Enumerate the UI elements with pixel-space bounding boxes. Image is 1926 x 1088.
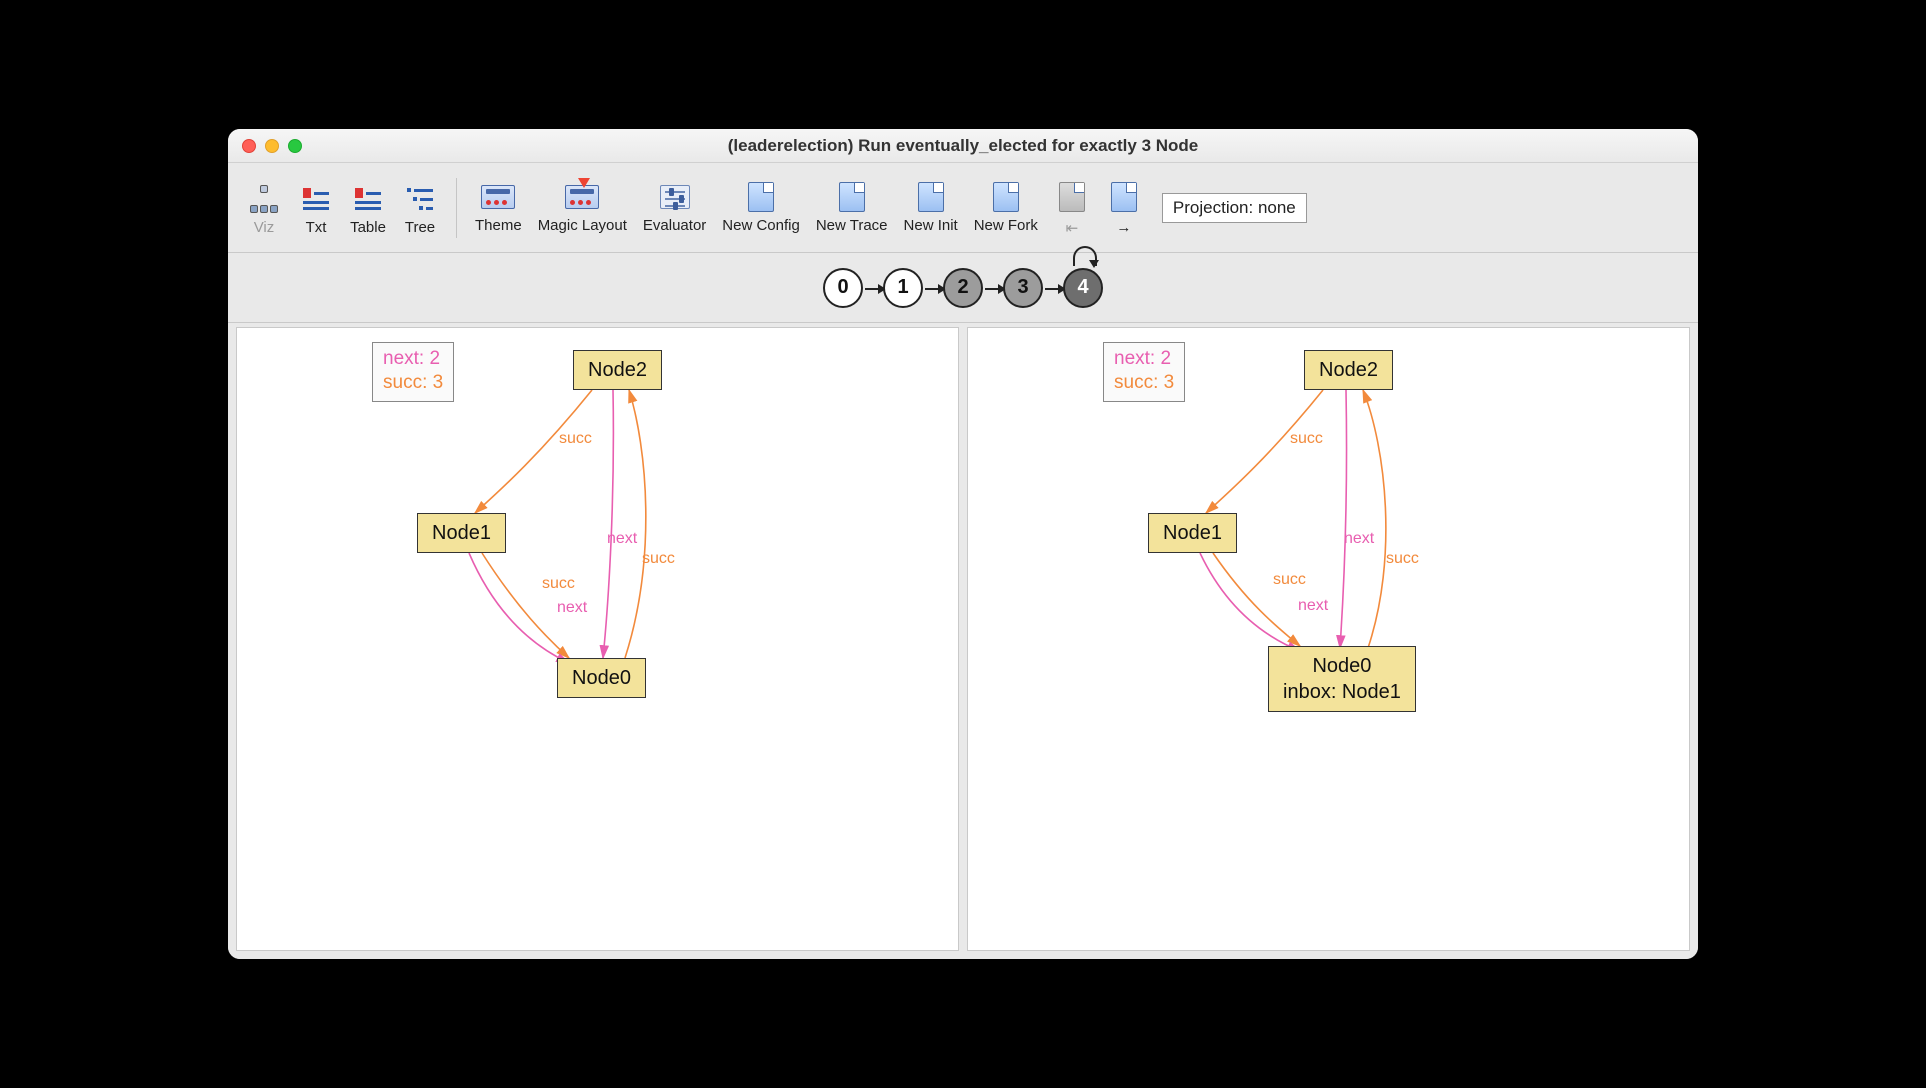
magic-layout-icon: [564, 181, 600, 213]
nav-prev-icon: [1054, 181, 1090, 213]
evaluator-label: Evaluator: [643, 217, 706, 234]
trace-arrow: [865, 288, 885, 290]
viz-label: Viz: [254, 219, 275, 236]
new-fork-icon: [988, 181, 1024, 213]
svg-text:succ: succ: [1273, 571, 1306, 588]
state-3[interactable]: 3: [1003, 268, 1043, 308]
tree-icon: [402, 183, 438, 215]
app-window: (leaderelection) Run eventually_elected …: [228, 129, 1698, 959]
graph-node-0[interactable]: Node0 inbox: Node1: [1268, 646, 1416, 712]
graph-node-1[interactable]: Node1: [417, 513, 506, 553]
new-init-label: New Init: [904, 217, 958, 234]
self-loop-icon: [1073, 246, 1097, 266]
toolbar-separator: [456, 178, 457, 238]
right-pane[interactable]: next: 2 succ: 3 succ succ succ next: [967, 327, 1690, 951]
left-pane[interactable]: next: 2 succ: 3 succ succ: [236, 327, 959, 951]
trace-strip: 0 1 2 3 4: [228, 253, 1698, 323]
trace-arrow: [985, 288, 1005, 290]
evaluator-icon: [657, 181, 693, 213]
right-edges: succ succ succ next next: [968, 328, 1689, 950]
new-trace-label: New Trace: [816, 217, 888, 234]
titlebar: (leaderelection) Run eventually_elected …: [228, 129, 1698, 163]
state-1[interactable]: 1: [883, 268, 923, 308]
magic-layout-button[interactable]: Magic Layout: [530, 177, 635, 234]
new-config-label: New Config: [722, 217, 800, 234]
zoom-icon[interactable]: [288, 139, 302, 153]
window-title: (leaderelection) Run eventually_elected …: [228, 136, 1698, 156]
svg-text:succ: succ: [1290, 430, 1323, 447]
minimize-icon[interactable]: [265, 139, 279, 153]
svg-text:succ: succ: [1386, 550, 1419, 567]
trace-arrow: [925, 288, 945, 290]
new-trace-icon: [834, 181, 870, 213]
graph-node-2[interactable]: Node2: [1304, 350, 1393, 390]
trace-arrow: [1045, 288, 1065, 290]
table-icon: [350, 183, 386, 215]
theme-label: Theme: [475, 217, 522, 234]
left-edges: succ succ succ next next: [237, 328, 958, 950]
graph-node-0-line1: Node0: [1283, 653, 1401, 679]
new-trace-button[interactable]: New Trace: [808, 177, 896, 234]
tree-button[interactable]: Tree: [394, 179, 446, 236]
state-4[interactable]: 4: [1063, 268, 1103, 308]
graph-node-0[interactable]: Node0: [557, 658, 646, 698]
new-init-icon: [913, 181, 949, 213]
theme-button[interactable]: Theme: [467, 177, 530, 234]
nav-next-button[interactable]: →: [1098, 177, 1150, 238]
state-sequence: 0 1 2 3 4: [823, 268, 1103, 308]
svg-text:next: next: [1344, 530, 1375, 547]
tree-label: Tree: [405, 219, 435, 236]
new-init-button[interactable]: New Init: [896, 177, 966, 234]
nav-next-glyph: →: [1110, 217, 1137, 238]
toolbar: Viz Txt Table Tree: [228, 163, 1698, 253]
state-0[interactable]: 0: [823, 268, 863, 308]
nav-prev-glyph: ⇤: [1060, 217, 1085, 239]
graph-node-2[interactable]: Node2: [573, 350, 662, 390]
window-controls: [242, 139, 302, 153]
new-fork-button[interactable]: New Fork: [966, 177, 1046, 234]
svg-text:succ: succ: [559, 430, 592, 447]
table-label: Table: [350, 219, 386, 236]
close-icon[interactable]: [242, 139, 256, 153]
viz-button[interactable]: Viz: [238, 179, 290, 236]
graph-node-1[interactable]: Node1: [1148, 513, 1237, 553]
panes: next: 2 succ: 3 succ succ: [228, 323, 1698, 959]
nav-next-icon: [1106, 181, 1142, 213]
svg-text:next: next: [1298, 597, 1329, 614]
new-config-icon: [743, 181, 779, 213]
txt-button[interactable]: Txt: [290, 179, 342, 236]
nav-prev-button[interactable]: ⇤: [1046, 177, 1098, 239]
svg-text:next: next: [607, 530, 638, 547]
left-graph: succ succ succ next next Node2 Node1 No: [237, 328, 958, 950]
txt-icon: [298, 183, 334, 215]
svg-text:succ: succ: [642, 550, 675, 567]
right-graph: succ succ succ next next Node2 Node1: [968, 328, 1689, 950]
viz-icon: [246, 183, 282, 215]
evaluator-button[interactable]: Evaluator: [635, 177, 714, 234]
projection-display[interactable]: Projection: none: [1162, 193, 1307, 223]
svg-text:next: next: [557, 599, 588, 616]
state-2[interactable]: 2: [943, 268, 983, 308]
new-config-button[interactable]: New Config: [714, 177, 808, 234]
theme-icon: [480, 181, 516, 213]
svg-text:succ: succ: [542, 575, 575, 592]
magic-layout-label: Magic Layout: [538, 217, 627, 234]
table-button[interactable]: Table: [342, 179, 394, 236]
new-fork-label: New Fork: [974, 217, 1038, 234]
txt-label: Txt: [306, 219, 327, 236]
graph-node-0-line2: inbox: Node1: [1283, 679, 1401, 705]
